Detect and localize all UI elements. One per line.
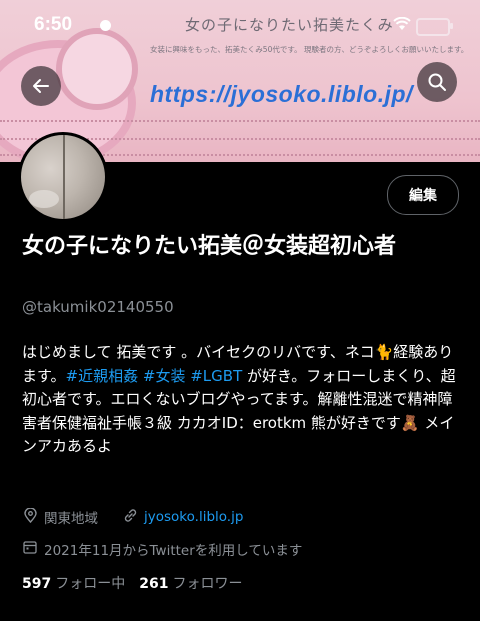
edit-profile-button[interactable]: 編集: [387, 175, 459, 215]
following-label: フォロー中: [55, 576, 126, 592]
profile-handle: @takumik02140550: [22, 298, 174, 316]
followers-label: フォロワー: [172, 576, 243, 592]
join-date-label: 2021年11月からTwitterを利用しています: [44, 543, 303, 559]
hashtag-link[interactable]: #女装: [143, 367, 186, 385]
profile-name: 女の子になりたい拓美＠女装超初心者: [22, 234, 397, 259]
person-icon: [100, 20, 111, 31]
profile-bio: はじめまして 拓美です 。バイセクのリバです、ネコ🐈経験あります。#近親相姦 #…: [22, 341, 462, 459]
wifi-icon: [393, 16, 411, 35]
banner-title: 女の子になりたい拓美たくみ: [185, 16, 394, 34]
banner-lace: [0, 120, 480, 124]
website-link[interactable]: jyosoko.liblo.jp: [144, 509, 243, 525]
following-link[interactable]: 597 フォロー中: [22, 573, 125, 593]
arrow-left-icon: [33, 79, 49, 93]
search-icon: [428, 73, 446, 91]
followers-link[interactable]: 261 フォロワー: [139, 573, 242, 593]
status-time: 6:50: [34, 14, 73, 35]
search-button[interactable]: [417, 62, 457, 102]
follow-stats: 597 フォロー中 261 フォロワー: [22, 573, 242, 593]
hashtag-link[interactable]: #近親相姦: [66, 367, 139, 385]
location-icon: [22, 506, 38, 527]
followers-count: 261: [139, 576, 169, 592]
hashtag-link[interactable]: #LGBT: [190, 367, 242, 385]
location-label: 関東地域: [44, 511, 98, 527]
profile-meta: 関東地域 jyosoko.liblo.jp: [22, 506, 243, 527]
battery-icon: [416, 18, 453, 36]
banner-decoration: [56, 28, 138, 110]
avatar[interactable]: [18, 132, 108, 222]
back-button[interactable]: [21, 66, 61, 106]
following-count: 597: [22, 576, 52, 592]
calendar-icon: [22, 540, 38, 558]
link-icon: [122, 508, 138, 527]
banner-description: 女装に興味をもった、拓美たくみ50代です。 現験者の方、どうぞよろしくお願いいた…: [150, 45, 469, 54]
banner-url: https://jyosoko.liblo.jp/: [150, 81, 413, 107]
profile-join-date: 2021年11月からTwitterを利用しています: [22, 539, 302, 559]
